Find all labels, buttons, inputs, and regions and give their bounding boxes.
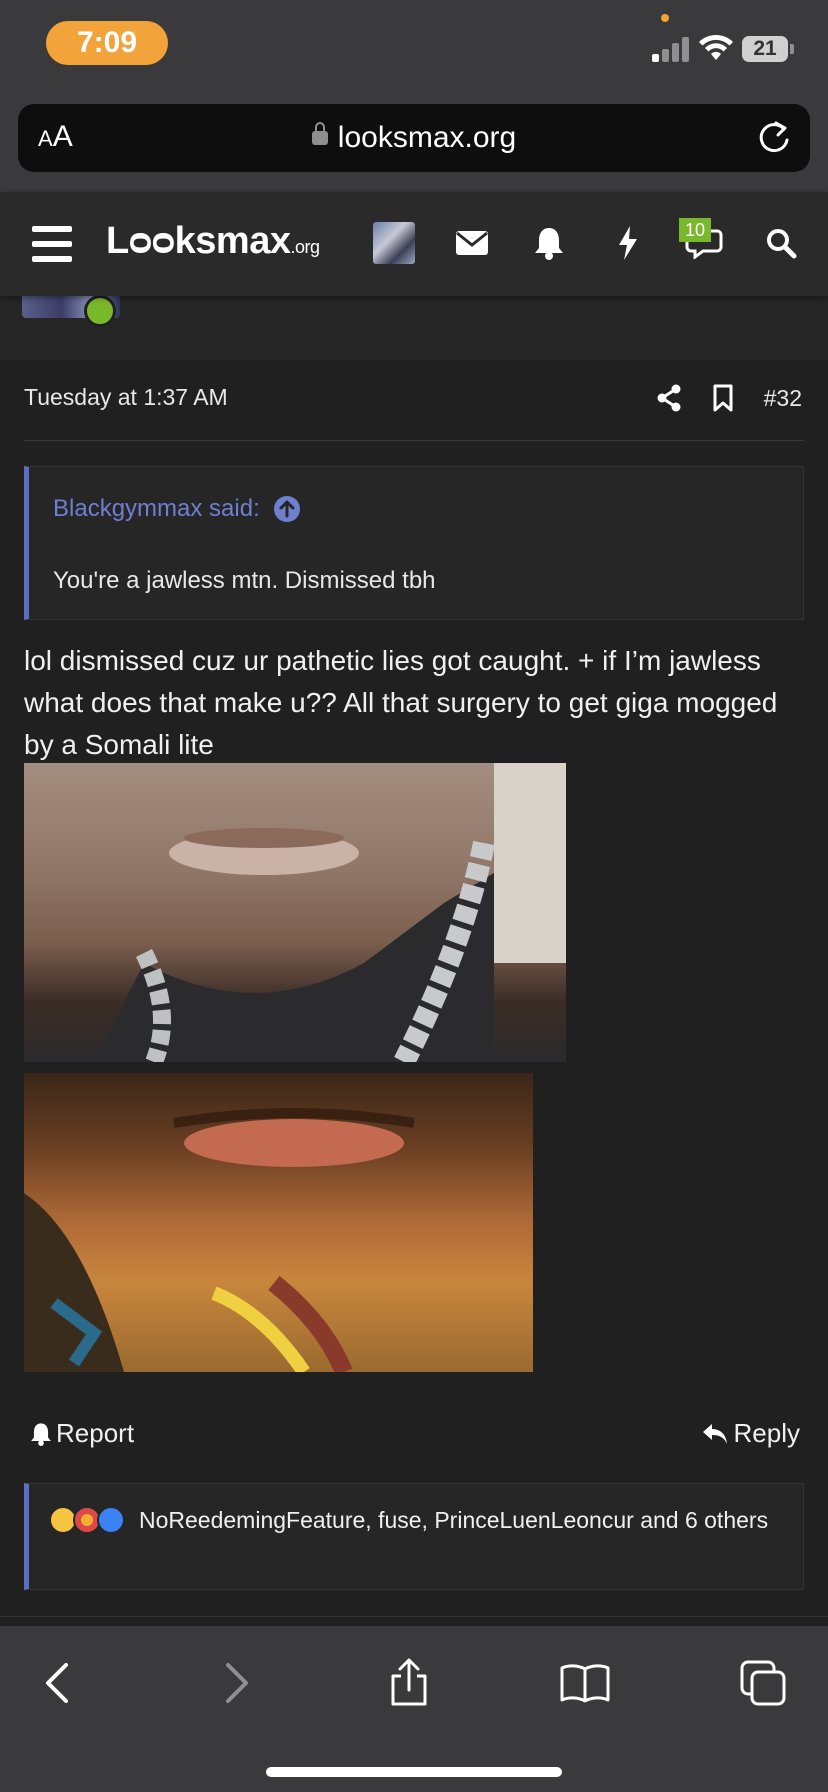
home-indicator[interactable]: [266, 1767, 562, 1777]
user-avatar[interactable]: [373, 222, 415, 264]
reply-icon: [702, 1423, 727, 1444]
status-time[interactable]: 7:09: [46, 21, 168, 65]
arrow-up-circle-icon[interactable]: [273, 496, 300, 522]
cellular-signal-icon: [652, 36, 690, 62]
share-sheet-icon[interactable]: [384, 1658, 434, 1708]
online-status-dot: [84, 295, 116, 327]
battery-indicator: 21: [742, 36, 788, 62]
mail-icon[interactable]: [451, 222, 493, 264]
forward-icon[interactable]: [212, 1658, 262, 1708]
bookmark-icon[interactable]: [712, 384, 734, 412]
quote-author-label: Blackgymmax said:: [53, 495, 260, 522]
post-number[interactable]: #32: [764, 385, 802, 412]
post-actions: #32: [656, 380, 802, 416]
bell-icon[interactable]: [528, 222, 570, 264]
lock-icon: [311, 122, 328, 145]
post-image-1[interactable]: [24, 763, 566, 1062]
post-timestamp[interactable]: Tuesday at 1:37 AM: [24, 384, 228, 411]
post-author-band: [0, 296, 828, 360]
page: 7:09 21 AA looksmax.org Lᴑᴑksmax.org 10 …: [0, 0, 828, 1792]
wifi-icon: [699, 34, 733, 60]
url-display[interactable]: looksmax.org: [18, 121, 810, 155]
quote-author[interactable]: Blackgymmax said:: [53, 495, 300, 523]
post-body: lol dismissed cuz ur pathetic lies got c…: [24, 645, 778, 760]
browser-toolbar: [0, 1626, 828, 1792]
reactions-bar[interactable]: NoReedemingFeature, fuse, PrinceLuenLeon…: [24, 1483, 804, 1590]
search-icon[interactable]: [760, 222, 802, 264]
privacy-indicator-dot: [661, 14, 669, 22]
site-navbar: Lᴑᴑksmax.org: [0, 192, 828, 296]
menu-icon[interactable]: [32, 226, 72, 262]
bolt-icon[interactable]: [607, 222, 649, 264]
divider: [0, 1616, 828, 1617]
reactions-names: NoReedemingFeature, fuse, PrinceLuenLeon…: [139, 1507, 769, 1533]
back-icon[interactable]: [32, 1658, 82, 1708]
url-text: looksmax.org: [337, 121, 517, 154]
reply-button[interactable]: Reply: [702, 1418, 800, 1449]
address-bar[interactable]: AA looksmax.org: [18, 104, 810, 172]
report-label: Report: [56, 1418, 135, 1448]
reload-icon[interactable]: [754, 118, 794, 158]
chat-count-badge: 10: [679, 218, 711, 242]
battery-nub: [790, 44, 794, 54]
bookmarks-icon[interactable]: [560, 1658, 610, 1708]
browser-chrome-top: 7:09 21 AA looksmax.org: [0, 0, 828, 192]
post-image-2[interactable]: [24, 1073, 533, 1372]
tabs-icon[interactable]: [738, 1658, 788, 1708]
divider: [24, 440, 804, 441]
bell-icon: [31, 1422, 51, 1446]
reply-label: Reply: [733, 1418, 800, 1448]
report-button[interactable]: Report: [30, 1418, 134, 1449]
share-icon[interactable]: [656, 384, 682, 412]
quote-text: You're a jawless mtn. Dismissed tbh: [53, 567, 436, 594]
site-logo[interactable]: Lᴑᴑksmax.org: [106, 220, 320, 263]
quote-block: Blackgymmax said: You're a jawless mtn. …: [24, 466, 804, 620]
